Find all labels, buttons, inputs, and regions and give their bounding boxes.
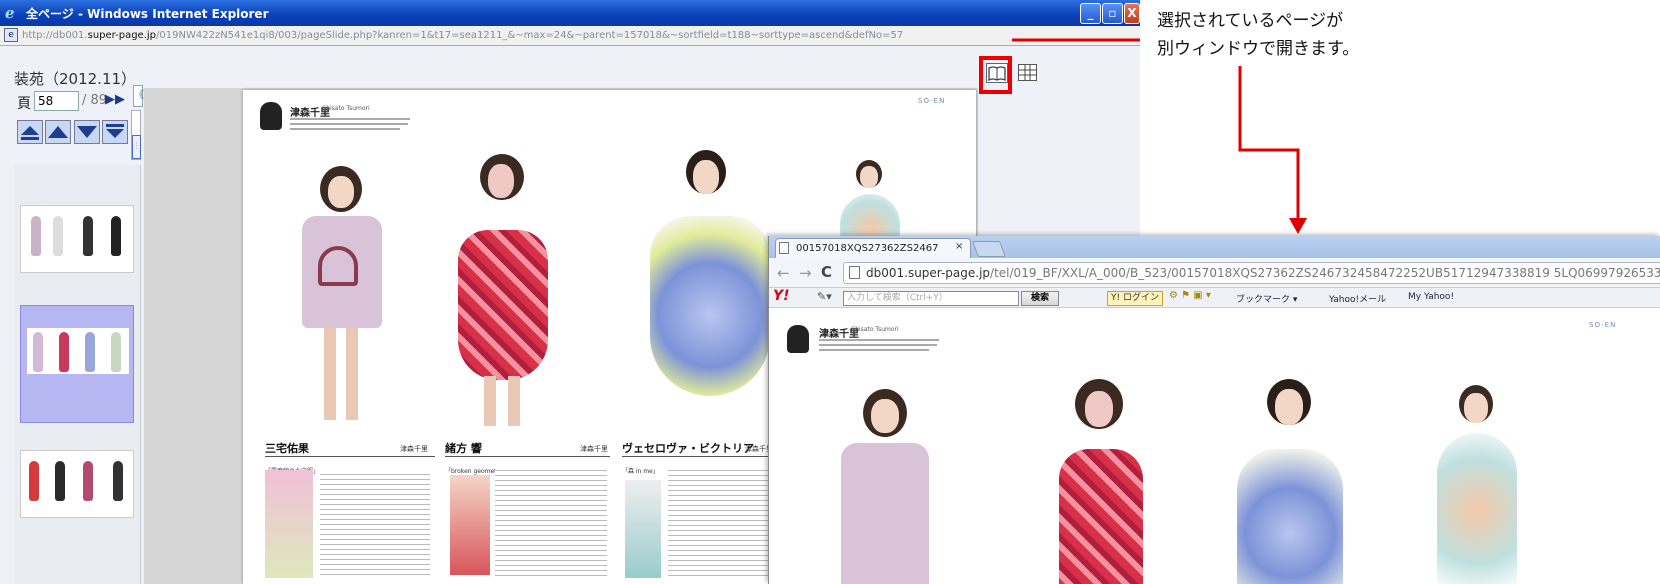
- chrome-window: 00157018XQS27362ZS2467 × ← → C db001.sup…: [768, 236, 1660, 584]
- url-path: /tel/019_BF/XXL/A_000/B_523/00157018XQS2…: [990, 266, 1660, 280]
- model-face: [871, 399, 899, 433]
- new-tab-button[interactable]: [972, 241, 1006, 257]
- model-dress: [1437, 433, 1517, 584]
- annotation-line-1: 選択されているページが: [1157, 11, 1344, 31]
- omnibox-url[interactable]: db001.super-page.jp/tel/019_BF/XXL/A_000…: [843, 262, 1660, 284]
- yahoo-login-button[interactable]: Y! ログイン: [1107, 291, 1163, 306]
- bio-text-line: [819, 349, 929, 351]
- model-photo: [829, 389, 939, 584]
- page-icon: [849, 266, 860, 279]
- page-content: 津森千里 Chisato Tsumori SO-EN: [769, 309, 1660, 584]
- annotation-line-2: 別ウィンドウで開きます。: [1157, 39, 1360, 59]
- tab-active[interactable]: 00157018XQS27362ZS2467: [775, 238, 971, 258]
- model-photo: [1419, 385, 1529, 584]
- reload-icon[interactable]: C: [821, 263, 832, 281]
- model-face: [1275, 389, 1303, 425]
- model-photo: [1219, 379, 1359, 584]
- model-dress: [1059, 449, 1143, 584]
- model-photo: [1039, 379, 1159, 584]
- designer-name-en: Chisato Tsumori: [851, 326, 899, 333]
- toolbar-tools-icon[interactable]: ⚙ ⚑ ▣ ▾: [1169, 290, 1211, 301]
- tab-close-icon[interactable]: ×: [955, 241, 963, 252]
- tab-title: 00157018XQS27362ZS2467: [796, 243, 939, 254]
- yahoo-logo[interactable]: Y!: [773, 288, 790, 304]
- url-host: db001.super-page.jp: [866, 266, 991, 280]
- bookmark-menu[interactable]: ブックマーク ▾: [1236, 292, 1297, 305]
- model-dress: [1237, 449, 1343, 584]
- bio-text-line: [819, 344, 937, 346]
- forward-icon[interactable]: →: [799, 264, 812, 282]
- model-face: [1464, 393, 1488, 423]
- bio-text-line: [819, 339, 939, 341]
- designer-portrait: [787, 325, 809, 353]
- yahoo-search-input[interactable]: 入力して検索（Ctrl+Y）: [843, 291, 1019, 306]
- model-dress: [841, 443, 929, 584]
- screenshot-stage: 全ページ - Windows Internet Explorer ℯ _ ▫ X…: [0, 0, 1660, 584]
- my-yahoo-link[interactable]: My Yahoo!: [1408, 292, 1454, 302]
- pen-icon[interactable]: ✎▾: [817, 290, 832, 303]
- yahoo-search-button[interactable]: 検索: [1021, 291, 1059, 306]
- back-icon[interactable]: ←: [777, 264, 790, 282]
- yahoo-mail-link[interactable]: Yahoo!メール: [1329, 292, 1386, 305]
- page-icon: [779, 242, 789, 254]
- magazine-logo: SO-EN: [1589, 321, 1617, 329]
- model-face: [1085, 391, 1113, 427]
